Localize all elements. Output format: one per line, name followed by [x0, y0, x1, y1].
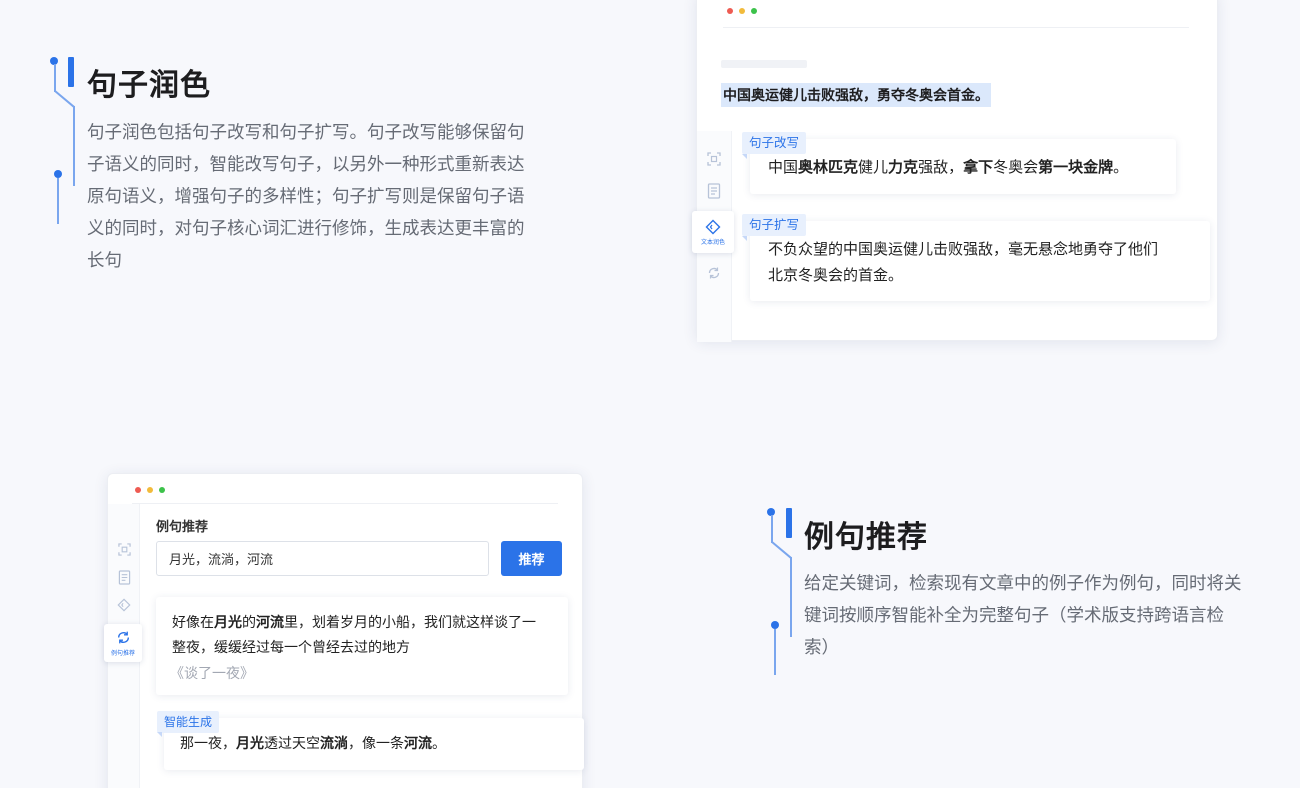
generated-sentence: 那一夜，月光透过天空流淌，像一条河流。 — [180, 731, 446, 757]
rail-item-example-sentences[interactable]: 例句推荐 — [104, 624, 142, 662]
keyword-highlight: 第一块金牌 — [1038, 158, 1114, 176]
polish-demo-window: 中国奥运健儿击败强敌，勇夺冬奥会首金。 文本润色 中国奥林匹克健儿力克强敌，拿下… — [692, 0, 1218, 342]
generated-tag: 智能生成 — [157, 711, 220, 733]
example-source: 《谈了一夜》 — [170, 666, 254, 682]
selected-sentence-text: 中国奥运健儿击败强敌，勇夺冬奥会首金。 — [723, 88, 989, 104]
generated-result-card: 那一夜，月光透过天空流淌，像一条河流。 — [164, 718, 584, 770]
keyword-highlight: 月光 — [214, 615, 242, 631]
text-segment: 里，划着岁月的小船，我们就这样谈了一 — [284, 615, 536, 631]
refresh-icon[interactable] — [706, 265, 722, 281]
text-segment: 强敌， — [918, 158, 964, 176]
text-segment: ，像一条 — [348, 736, 404, 752]
deco-dot — [54, 170, 62, 178]
tag-tail — [742, 154, 747, 159]
deco-line — [790, 557, 792, 637]
deco-line — [54, 64, 56, 92]
diamond-icon[interactable] — [116, 597, 132, 613]
rewrite-sentence: 中国奥林匹克健儿力克强敌，拿下冬奥会第一块金牌。 — [768, 154, 1128, 180]
keyword-highlight: 河流 — [404, 736, 432, 752]
deco-line — [771, 515, 773, 543]
deco-line — [771, 541, 792, 559]
text-segment: 健儿 — [858, 158, 889, 176]
text-segment: 冬奥会 — [993, 158, 1039, 176]
maximize-dot-icon — [751, 8, 757, 14]
close-dot-icon — [135, 487, 141, 493]
window-divider — [132, 503, 558, 504]
deco-line — [774, 629, 776, 675]
window-controls — [727, 8, 757, 14]
placeholder-bar — [721, 60, 807, 68]
rail-item-label: 例句推荐 — [110, 649, 135, 657]
deco-dot — [771, 621, 779, 629]
keyword-highlight: 月光 — [236, 736, 264, 752]
window-controls — [135, 487, 165, 493]
close-dot-icon — [727, 8, 733, 14]
document-icon[interactable] — [116, 569, 132, 585]
example-line-2: 整夜，缓缓经过每一个曾经去过的地方 — [172, 640, 410, 656]
text-segment: 那一夜， — [180, 736, 236, 752]
text-segment: 透过天空 — [264, 736, 320, 752]
feature-title-polish: 句子润色 — [87, 68, 211, 103]
text-segment: 的 — [242, 615, 256, 631]
rail-item-label: 文本润色 — [700, 238, 725, 246]
selected-sentence[interactable]: 中国奥运健儿击败强敌，勇夺冬奥会首金。 — [721, 83, 991, 107]
deco-line — [73, 106, 75, 186]
scan-icon[interactable] — [116, 541, 132, 557]
rail-item-text-polish[interactable]: 文本润色 — [692, 211, 734, 253]
text-segment: 中国 — [768, 158, 799, 176]
refresh-icon — [115, 630, 131, 646]
rewrite-result-card: 中国奥林匹克健儿力克强敌，拿下冬奥会第一块金牌。 — [750, 139, 1176, 194]
scan-icon[interactable] — [706, 151, 722, 167]
accent-bar — [786, 508, 792, 538]
keyword-highlight: 流淌 — [320, 736, 348, 752]
accent-bar — [68, 57, 74, 87]
document-icon[interactable] — [706, 183, 722, 199]
text-segment: 好像在 — [172, 615, 214, 631]
example-line-1: 好像在月光的河流里，划着岁月的小船，我们就这样谈了一 — [172, 610, 536, 636]
example-result-card: 好像在月光的河流里，划着岁月的小船，我们就这样谈了一 整夜，缓缓经过每一个曾经去… — [156, 597, 568, 695]
keyword-highlight: 拿下 — [963, 158, 994, 176]
expand-tag: 句子扩写 — [742, 214, 807, 236]
feature-description-example: 给定关键词，检索现有文章中的例子作为例句，同时将关键词按顺序智能补全为完整句子（… — [804, 574, 1242, 658]
expand-result-card: 不负众望的中国奥运健儿击败强敌，毫无悬念地勇夺了他们 北京冬奥会的首金。 — [750, 221, 1210, 301]
expand-line-1: 不负众望的中国奥运健儿击败强敌，毫无悬念地勇夺了他们 — [768, 240, 1159, 258]
tag-tail — [157, 732, 162, 737]
minimize-dot-icon — [739, 8, 745, 14]
keyword-highlight: 河流 — [256, 615, 284, 631]
expand-line-2: 北京冬奥会的首金。 — [768, 266, 904, 284]
diamond-icon — [705, 219, 721, 235]
minimize-dot-icon — [147, 487, 153, 493]
example-demo-window: 例句推荐 例句推荐 月光，流淌，河流 推荐 好像在月光的河流里，划着岁月的小船，… — [104, 473, 584, 788]
tag-tail — [742, 236, 747, 241]
text-segment: 。 — [1113, 158, 1129, 176]
keyword-highlight: 力克 — [888, 158, 919, 176]
text-segment: 。 — [432, 736, 446, 752]
feature-description-polish: 句子润色包括句子改写和句子扩写。句子改写能够保留句子语义的同时，智能改写句子，以… — [87, 123, 525, 271]
tool-rail: 例句推荐 — [104, 504, 142, 788]
feature-title-example: 例句推荐 — [804, 520, 928, 555]
deco-line — [57, 178, 59, 224]
tool-rail: 文本润色 — [692, 131, 734, 342]
rewrite-tag: 句子改写 — [742, 132, 807, 154]
keyword-input[interactable]: 月光，流淌，河流 — [156, 541, 489, 576]
recommend-button[interactable]: 推荐 — [501, 541, 562, 576]
keyword-highlight: 奥林匹克 — [798, 158, 859, 176]
keyword-input-value: 月光，流淌，河流 — [169, 553, 274, 568]
maximize-dot-icon — [159, 487, 165, 493]
window-divider — [723, 27, 1189, 28]
section-label: 例句推荐 — [156, 520, 209, 535]
deco-line — [54, 90, 75, 108]
